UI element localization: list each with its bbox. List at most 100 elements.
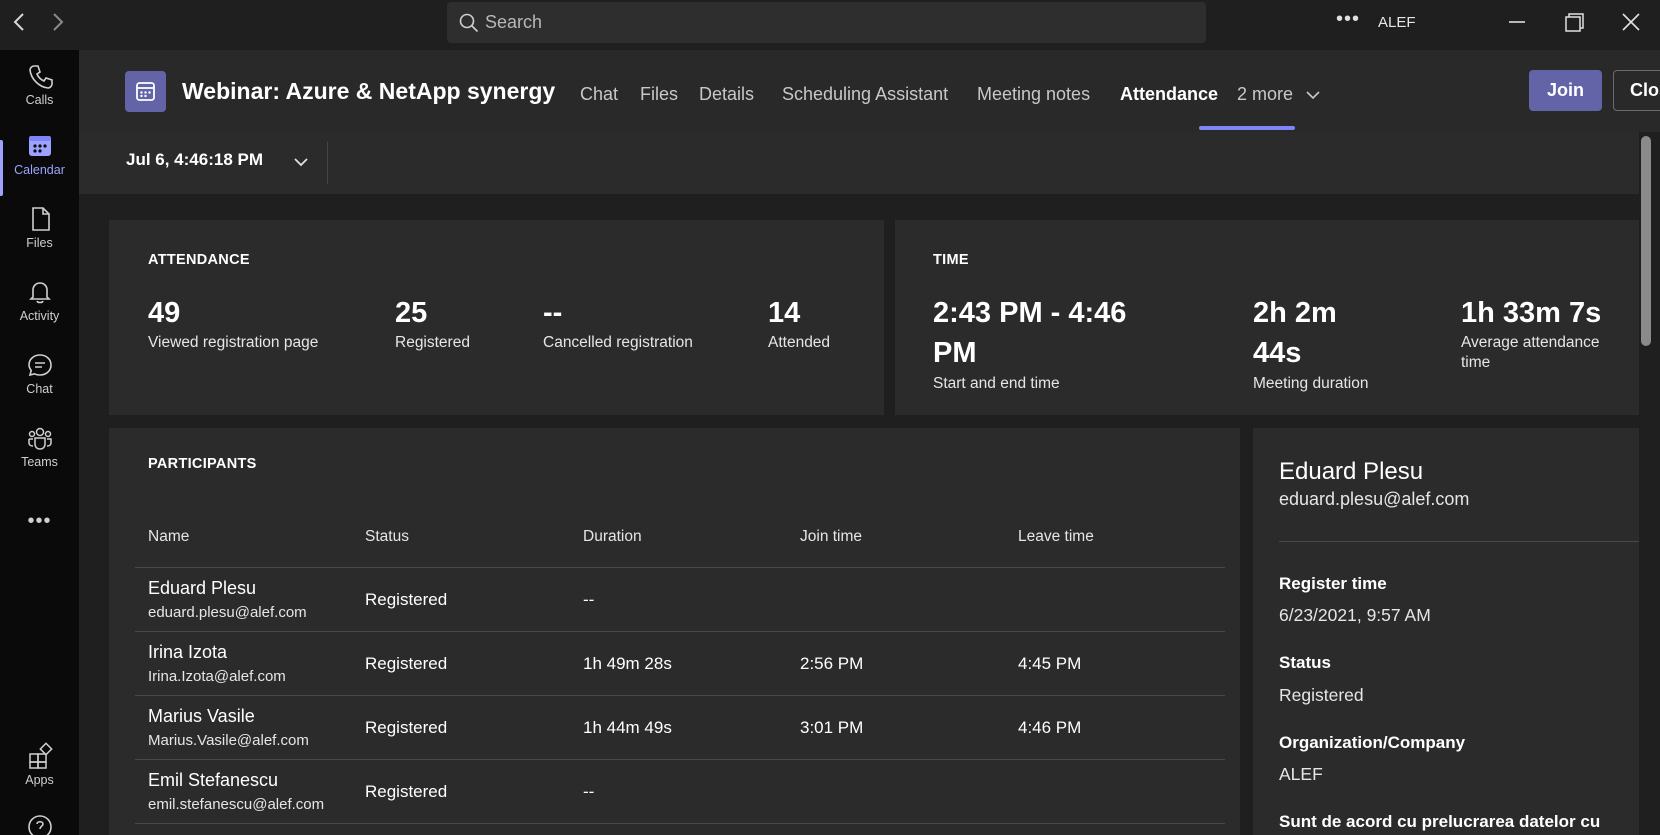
stat-registered-value: 25: [395, 297, 428, 329]
column-header-name[interactable]: Name: [148, 528, 189, 546]
participant-status: Registered: [365, 654, 448, 673]
table-row[interactable]: Eduard Plesu eduard.plesu@alef.com Regis…: [135, 568, 1225, 632]
rail-item-calls[interactable]: Calls: [0, 62, 79, 132]
column-header-join-time[interactable]: Join time: [800, 528, 862, 546]
search-input[interactable]: [485, 2, 1185, 43]
participant-join-time: 3:01 PM: [800, 718, 864, 737]
teams-icon: [27, 427, 52, 450]
rail-item-label: Apps: [25, 773, 54, 787]
table-row[interactable]: Irina Izota Irina.Izota@alef.com Registe…: [135, 632, 1225, 696]
bell-icon: [28, 282, 51, 304]
phone-icon: [28, 65, 53, 89]
tab-scheduling-assistant[interactable]: Scheduling Assistant: [782, 84, 948, 105]
calendar-icon: [28, 136, 51, 156]
table-row[interactable]: Emil Stefanescu emil.stefanescu@alef.com…: [135, 760, 1225, 824]
session-bar: Jul 6, 4:46:18 PM: [79, 132, 1639, 194]
stat-viewed-value: 49: [148, 297, 181, 329]
tab-files[interactable]: Files: [640, 84, 678, 105]
time-title: TIME: [933, 252, 969, 268]
close-button[interactable]: Close: [1613, 70, 1660, 111]
rail-item-label: Calendar: [14, 163, 65, 177]
participant-duration: 1h 49m 28s: [583, 654, 672, 673]
rail-item-files[interactable]: Files: [0, 205, 79, 275]
column-header-leave-time[interactable]: Leave time: [1018, 528, 1094, 546]
rail-item-activity[interactable]: Activity: [0, 278, 79, 348]
participant-status: Registered: [365, 590, 448, 609]
participant-duration: --: [583, 590, 595, 609]
tab-meeting-notes[interactable]: Meeting notes: [977, 84, 1090, 105]
tab-details[interactable]: Details: [699, 84, 754, 105]
session-date-select[interactable]: Jul 6, 4:46:18 PM: [126, 150, 263, 170]
join-button[interactable]: Join: [1529, 70, 1602, 111]
close-window-icon[interactable]: [1616, 10, 1646, 36]
tab-more[interactable]: 2 more: [1237, 84, 1322, 105]
restore-icon[interactable]: [1559, 10, 1589, 36]
participant-email: eduard.plesu@alef.com: [148, 604, 307, 621]
title-bar: ••• ALEF: [0, 0, 1660, 50]
divider: [327, 142, 328, 184]
rail-item-label: Files: [26, 236, 53, 250]
detail-status-label: Status: [1279, 653, 1331, 672]
participant-email: Irina.Izota@alef.com: [148, 668, 286, 685]
participant-status: Registered: [365, 718, 448, 737]
participant-name: Eduard Plesu: [148, 578, 257, 598]
start-end-time-label: Start and end time: [933, 375, 1060, 392]
participant-name: Emil Stefanescu: [148, 770, 279, 790]
active-tab-indicator: [1199, 126, 1295, 130]
meeting-header: Webinar: Azure & NetApp synergy Chat Fil…: [79, 50, 1660, 132]
rail-item-apps[interactable]: Apps: [0, 742, 79, 812]
chevron-down-icon[interactable]: [292, 156, 310, 170]
participant-leave-time: 4:46 PM: [1018, 718, 1082, 737]
column-header-status[interactable]: Status: [365, 528, 409, 546]
stat-viewed-label: Viewed registration page: [148, 334, 319, 351]
start-end-time-line1: 2:43 PM - 4:46: [933, 297, 1127, 329]
rail-item-label: Activity: [19, 309, 60, 323]
meeting-duration-line2: 44s: [1253, 337, 1302, 369]
attendance-title: ATTENDANCE: [148, 252, 250, 268]
tab-more-label: 2 more: [1237, 84, 1294, 104]
file-icon: [31, 207, 50, 231]
detail-status-value: Registered: [1279, 685, 1364, 705]
column-header-duration[interactable]: Duration: [583, 528, 642, 546]
forward-arrow-icon[interactable]: [46, 11, 68, 33]
tab-chat[interactable]: Chat: [580, 84, 618, 105]
rail-item-calendar[interactable]: Calendar: [0, 132, 79, 202]
detail-name: Eduard Plesu: [1279, 458, 1424, 485]
detail-email: eduard.plesu@alef.com: [1279, 489, 1470, 509]
rail-item-chat[interactable]: Chat: [0, 351, 79, 421]
scrollbar-thumb[interactable]: [1641, 136, 1651, 346]
help-icon[interactable]: [0, 813, 79, 835]
meeting-calendar-icon: [125, 71, 166, 112]
start-end-time-line2: PM: [933, 337, 977, 369]
tab-attendance[interactable]: Attendance: [1120, 84, 1218, 105]
participant-name: Marius Vasile: [148, 706, 255, 726]
stat-attended-label: Attended: [768, 334, 831, 351]
apps-icon: [28, 742, 53, 769]
rail-more-apps-icon[interactable]: •••: [0, 510, 79, 540]
detail-organization-value: ALEF: [1279, 764, 1323, 784]
participant-name: Irina Izota: [148, 642, 228, 662]
time-card: TIME 2:43 PM - 4:46 PM Start and end tim…: [895, 220, 1639, 415]
rail-item-label: Teams: [21, 455, 58, 469]
avg-attendance-label-line1: Average attendance: [1461, 334, 1600, 351]
participant-duration: 1h 44m 49s: [583, 718, 672, 737]
stat-registered-label: Registered: [395, 334, 470, 351]
stat-cancelled-label: Cancelled registration: [543, 334, 693, 351]
back-arrow-icon[interactable]: [9, 11, 31, 33]
participant-detail-panel: Eduard Plesu eduard.plesu@alef.com Regis…: [1253, 428, 1639, 835]
search-box[interactable]: [447, 2, 1206, 43]
meeting-duration-value: 2h 2m 44s: [1253, 293, 1337, 373]
rail-item-label: Chat: [26, 382, 53, 396]
rail-item-teams[interactable]: Teams: [0, 424, 79, 494]
table-row[interactable]: Marius Vasile Marius.Vasile@alef.com Reg…: [135, 696, 1225, 760]
more-options-icon[interactable]: •••: [1336, 8, 1360, 31]
detail-register-time-label: Register time: [1279, 574, 1387, 593]
app-rail: Calls Calendar Files Activity Chat Teams…: [0, 50, 79, 835]
account-name[interactable]: ALEF: [1378, 14, 1416, 31]
participant-leave-time: 4:45 PM: [1018, 654, 1082, 673]
minimize-icon[interactable]: [1502, 10, 1532, 36]
avg-attendance-value: 1h 33m 7s: [1461, 297, 1602, 329]
detail-consent-label: Sunt de acord cu prelucrarea datelor cu: [1279, 812, 1601, 831]
participant-join-time: 2:56 PM: [800, 654, 864, 673]
detail-organization-label: Organization/Company: [1279, 733, 1466, 752]
